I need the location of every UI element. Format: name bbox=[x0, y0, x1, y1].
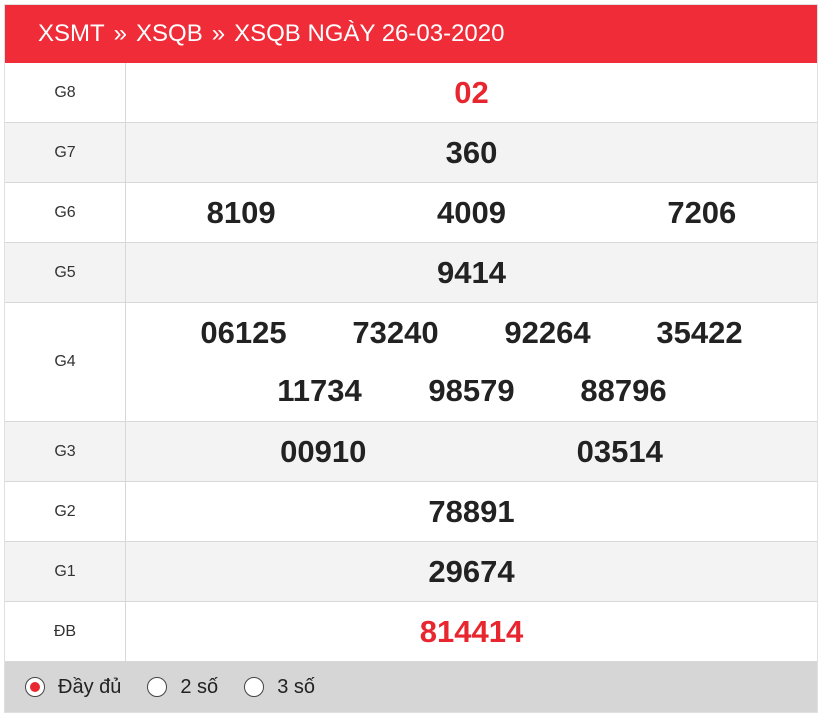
prize-row-g4: G4 06125 73240 92264 35422 11734 98579 8… bbox=[5, 303, 817, 422]
prize-number: 7206 bbox=[667, 194, 737, 230]
prize-label: G7 bbox=[5, 123, 126, 182]
option-full[interactable]: Đầy đủ bbox=[25, 676, 121, 699]
prize-row-g5: G5 9414 bbox=[5, 243, 817, 303]
breadcrumb-separator: » bbox=[211, 20, 226, 47]
prize-row-special: ĐB 814414 bbox=[5, 602, 817, 662]
radio-selected-icon[interactable] bbox=[25, 677, 45, 697]
prize-label: G4 bbox=[5, 303, 126, 421]
display-options: Đầy đủ 2 số 3 số bbox=[5, 662, 817, 712]
prize-number: 78891 bbox=[428, 493, 515, 529]
breadcrumb-separator: » bbox=[113, 20, 128, 47]
prize-row-g1: G1 29674 bbox=[5, 542, 817, 602]
prize-number: 03514 bbox=[576, 433, 663, 469]
option-3-digits[interactable]: 3 số bbox=[244, 676, 315, 699]
prize-number: 73240 bbox=[352, 315, 439, 350]
radio-unselected-icon[interactable] bbox=[147, 677, 168, 697]
prize-number: 02 bbox=[454, 74, 489, 110]
breadcrumb-xsmt-link[interactable]: XSMT bbox=[38, 20, 105, 48]
breadcrumb-xsqb-link[interactable]: XSQB bbox=[136, 20, 203, 48]
results-table: G8 02 G7 360 G6 8109 4009 7206 G5 9414 G… bbox=[5, 63, 817, 662]
prize-label: G6 bbox=[5, 183, 126, 242]
prize-number: 06125 bbox=[200, 315, 287, 350]
prize-row-g7: G7 360 bbox=[5, 123, 817, 183]
prize-number: 4009 bbox=[437, 194, 506, 230]
prize-label: G3 bbox=[5, 422, 126, 481]
prize-number: 8109 bbox=[206, 194, 276, 230]
prize-row-g6: G6 8109 4009 7206 bbox=[5, 183, 817, 243]
prize-label: G2 bbox=[5, 482, 126, 541]
radio-unselected-icon[interactable] bbox=[244, 677, 265, 697]
prize-number: 9414 bbox=[437, 254, 506, 290]
prize-number: 360 bbox=[445, 134, 498, 170]
prize-number: 29674 bbox=[428, 553, 515, 589]
prize-row-g3: G3 00910 03514 bbox=[5, 422, 817, 482]
prize-number: 92264 bbox=[504, 315, 591, 350]
special-prize-number: 814414 bbox=[419, 613, 524, 649]
prize-number: 00910 bbox=[280, 433, 367, 469]
breadcrumb-current-page[interactable]: XSQB NGÀY 26-03-2020 bbox=[234, 20, 504, 48]
prize-label: ĐB bbox=[5, 602, 126, 661]
option-label: 2 số bbox=[180, 675, 219, 698]
lottery-result-panel: XSMT » XSQB » XSQB NGÀY 26-03-2020 G8 02… bbox=[4, 4, 818, 713]
prize-label: G5 bbox=[5, 243, 126, 302]
prize-number: 88796 bbox=[580, 373, 667, 408]
prize-number: 98579 bbox=[428, 373, 515, 408]
prize-row-g8: G8 02 bbox=[5, 63, 817, 123]
prize-label: G8 bbox=[5, 63, 126, 122]
prize-number: 11734 bbox=[277, 373, 362, 408]
prize-row-g2: G2 78891 bbox=[5, 482, 817, 542]
prize-label: G1 bbox=[5, 542, 126, 601]
breadcrumb: XSMT » XSQB » XSQB NGÀY 26-03-2020 bbox=[5, 5, 817, 63]
option-label: Đầy đủ bbox=[58, 675, 122, 698]
option-2-digits[interactable]: 2 số bbox=[147, 676, 218, 699]
prize-number: 35422 bbox=[656, 315, 743, 350]
option-label: 3 số bbox=[277, 675, 315, 698]
